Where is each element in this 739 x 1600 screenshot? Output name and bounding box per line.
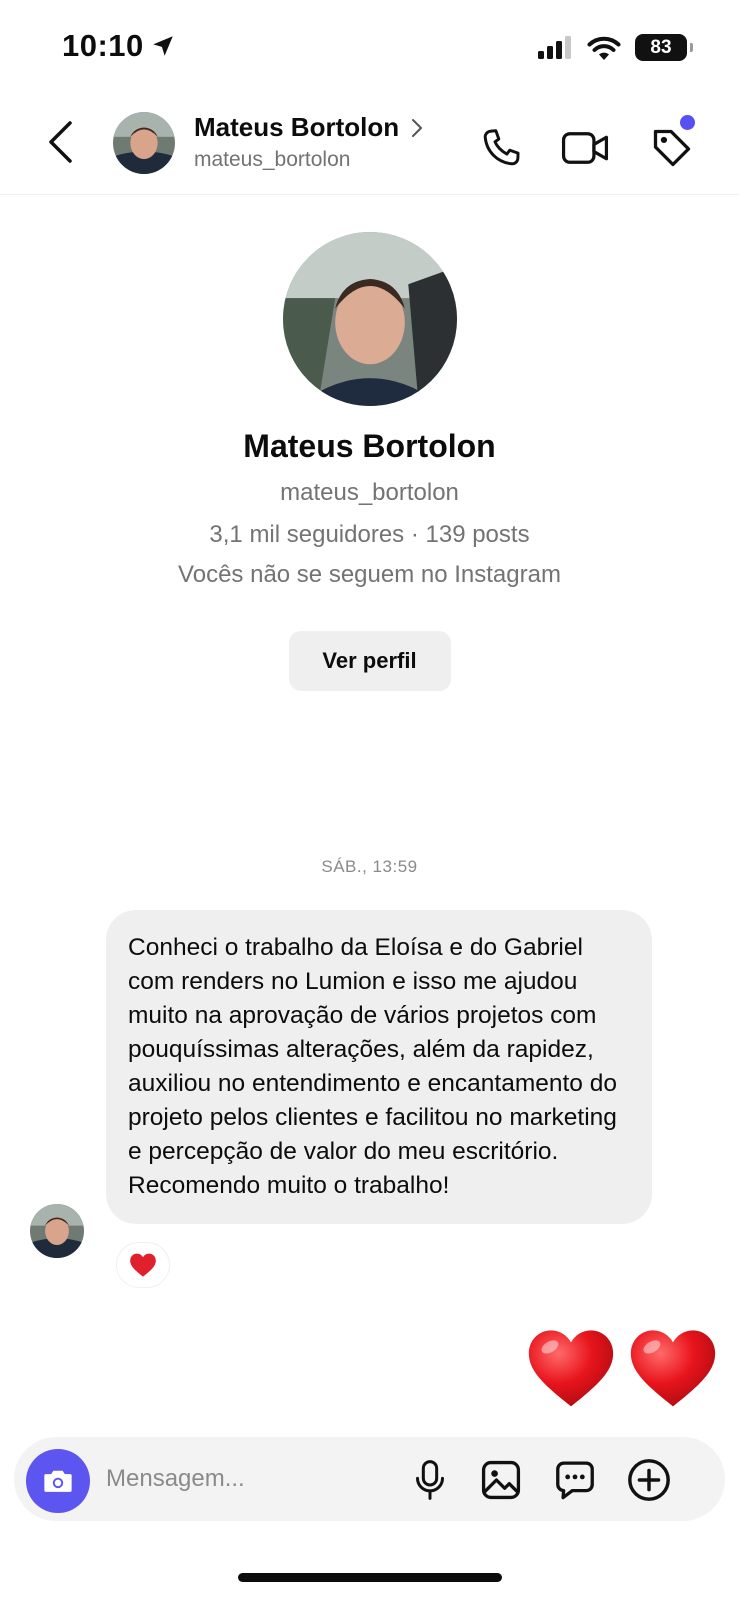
profile-name: Mateus Bortolon [243, 428, 496, 464]
audio-call-button[interactable] [476, 123, 526, 173]
header-username: mateus_bortolon [194, 148, 351, 171]
camera-button[interactable] [26, 1449, 90, 1513]
voice-message-button[interactable] [405, 1455, 455, 1505]
location-arrow-icon [153, 36, 173, 56]
profile-mutual-status: Vocês não se seguem no Instagram [178, 561, 561, 588]
avatar-image [113, 112, 175, 174]
header-contact-name[interactable]: Mateus Bortolon [194, 112, 423, 143]
microphone-icon [416, 1460, 444, 1500]
sent-hearts-message[interactable] [525, 1325, 719, 1411]
video-call-button[interactable] [560, 123, 610, 173]
tag-icon [653, 129, 691, 167]
profile-avatar-image [282, 232, 457, 406]
tag-button[interactable] [647, 115, 697, 173]
header-avatar[interactable] [113, 112, 175, 174]
more-options-button[interactable] [624, 1455, 674, 1505]
message-sender-avatar[interactable] [30, 1204, 84, 1258]
heart-icon [130, 1253, 156, 1277]
status-time: 10:10 [62, 28, 176, 64]
sticker-chat-icon [556, 1461, 594, 1500]
view-profile-button[interactable]: Ver perfil [288, 631, 451, 691]
sticker-button[interactable] [550, 1455, 600, 1505]
gallery-button[interactable] [476, 1455, 526, 1505]
profile-avatar[interactable] [282, 232, 457, 406]
wifi-icon [587, 36, 621, 60]
sender-avatar-image [30, 1204, 84, 1258]
battery-icon: 83 [635, 34, 693, 61]
back-chevron-icon [49, 121, 72, 163]
chevron-right-icon [412, 118, 423, 137]
status-bar: 10:10 83 [0, 0, 739, 95]
back-button[interactable] [40, 117, 80, 167]
message-reaction[interactable] [116, 1242, 170, 1288]
battery-level: 83 [650, 37, 672, 58]
chat-header: Mateus Bortolon mateus_bortolon [0, 95, 739, 195]
signal-icon [538, 35, 571, 59]
message-composer [14, 1437, 725, 1521]
received-message-bubble[interactable]: Conheci o trabalho da Eloísa e do Gabrie… [106, 910, 652, 1224]
home-indicator[interactable] [238, 1573, 502, 1582]
profile-card: Mateus Bortolon mateus_bortolon 3,1 mil … [0, 232, 739, 691]
plus-circle-icon [628, 1459, 670, 1501]
profile-stats: 3,1 mil seguidores · 139 posts [209, 521, 530, 548]
message-timestamp: SÁB., 13:59 [321, 857, 418, 876]
status-indicators: 83 [537, 34, 693, 61]
camera-icon [44, 1470, 72, 1492]
battery-cap [690, 43, 693, 52]
image-icon [481, 1460, 521, 1500]
video-camera-icon [561, 132, 609, 164]
phone-icon [483, 129, 520, 166]
profile-username: mateus_bortolon [280, 479, 459, 506]
heart-emoji-icon [630, 1330, 716, 1407]
heart-emoji-icon [528, 1330, 614, 1407]
notification-dot [680, 115, 695, 130]
message-input[interactable] [106, 1457, 386, 1501]
status-time-text: 10:10 [62, 28, 144, 63]
header-name-text: Mateus Bortolon [194, 112, 400, 142]
